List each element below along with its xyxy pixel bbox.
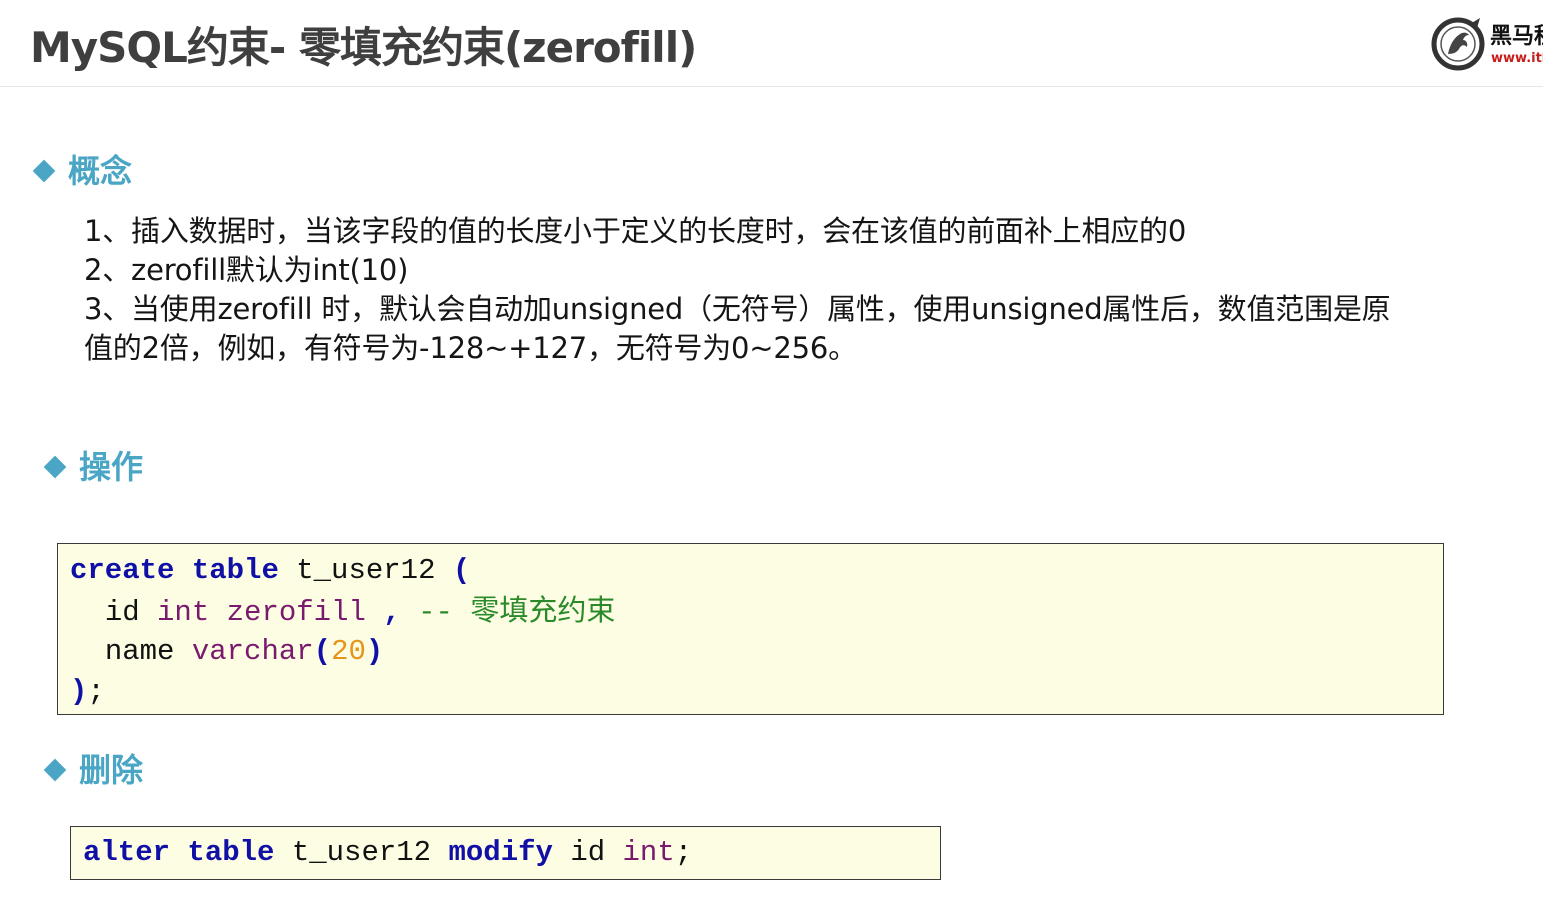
logo: 黑马程 www.ithe [1430, 14, 1543, 74]
code-block-create-table: create table t_user12 ( id int zerofill … [57, 543, 1444, 715]
code-line: alter table t_user12 modify id int; [83, 836, 693, 869]
code-line: create table t_user12 ( [70, 554, 471, 587]
page-title: MySQL约束- 零填充约束(zerofill) [30, 23, 697, 72]
concept-line: 1、插入数据时，当该字段的值的长度小于定义的长度时，会在该值的前面补上相应的0 [84, 214, 1187, 248]
code-line: ); [70, 674, 105, 708]
slide-header: MySQL约束- 零填充约束(zerofill) 黑马程 www.ithe [0, 0, 1543, 87]
section-label: 操作 [79, 448, 144, 486]
concept-line: 值的2倍，例如，有符号为-128~+127，无符号为0~256。 [84, 331, 857, 365]
diamond-bullet-icon [43, 758, 67, 782]
code-line: id int zerofill , -- 零填充约束 [104, 592, 616, 629]
section-label: 概念 [68, 152, 133, 190]
code-line: name varchar(20) [104, 635, 384, 668]
diamond-bullet-icon [32, 159, 56, 183]
concept-body: 1、插入数据时，当该字段的值的长度小于定义的长度时，会在该值的前面补上相应的0 … [84, 212, 1524, 368]
section-label: 删除 [79, 751, 144, 789]
section-heading-concept: 概念 [30, 149, 132, 193]
section-heading-operation: 操作 [41, 445, 143, 489]
code-block-alter-table: alter table t_user12 modify id int; [70, 826, 941, 880]
logo-text: 黑马程 [1490, 24, 1543, 49]
diamond-bullet-icon [43, 455, 67, 479]
concept-line: 2、zerofill默认为int(10) [84, 253, 409, 287]
horse-logo-icon [1431, 17, 1485, 71]
concept-line: 3、当使用zerofill 时，默认会自动加unsigned（无符号）属性，使用… [84, 292, 1391, 326]
section-heading-delete: 删除 [41, 748, 143, 792]
logo-url: www.ithe [1491, 51, 1543, 66]
code-comment: 零填充约束 [470, 592, 616, 627]
